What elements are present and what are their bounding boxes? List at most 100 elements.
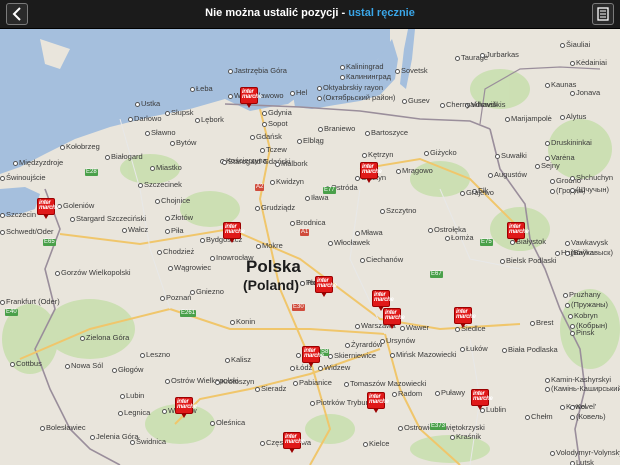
city-label: Gniezno xyxy=(190,288,224,296)
road-shield: E30 xyxy=(292,304,305,311)
city-label: Łuków xyxy=(460,345,488,353)
city-label: Elbląg xyxy=(297,137,324,145)
store-pin-tail xyxy=(460,323,466,328)
title-main: Nie można ustalić pozycji xyxy=(205,7,339,19)
legend-button[interactable] xyxy=(592,3,614,25)
store-pin[interactable]: inter marche xyxy=(471,389,493,411)
city-label: Kaliningrad xyxy=(340,63,384,71)
city-label: Chojnice xyxy=(155,197,190,205)
store-pin-text: inter marche xyxy=(374,292,394,303)
city-label: Legnica xyxy=(118,409,150,417)
city-label: Gdynia xyxy=(262,109,292,117)
city-label: Konin xyxy=(230,318,255,326)
city-label: Kalisz xyxy=(225,356,251,364)
store-pin[interactable]: inter marche xyxy=(37,198,59,220)
city-label: Widzew xyxy=(318,364,350,372)
city-label: Głogów xyxy=(112,366,143,374)
road-shield: E75 xyxy=(480,239,493,246)
city-label: Alytus xyxy=(560,113,586,121)
city-label: Pruzhany xyxy=(563,291,601,299)
road-shield: E67 xyxy=(430,271,443,278)
city-label: Kėdainiai xyxy=(570,59,607,67)
store-pin-text: inter marche xyxy=(369,394,389,405)
city-label: Sovetsk xyxy=(395,67,428,75)
store-pin-tail xyxy=(366,178,372,183)
city-label: Kołobrzeg xyxy=(60,143,100,151)
city-label: (Ковель) xyxy=(570,413,606,421)
city-label: Jastrzębia Góra xyxy=(228,67,287,75)
city-label: Mokre xyxy=(256,242,283,250)
set-location-manually-link[interactable]: ustal ręcznie xyxy=(348,7,415,19)
top-bar: Nie można ustalić pozycji - ustal ręczni… xyxy=(0,0,620,29)
store-pin-tail xyxy=(43,214,49,219)
store-pin-tail xyxy=(246,103,252,108)
city-label: Sieradz xyxy=(255,385,286,393)
store-pin-logo: inter marche xyxy=(283,432,305,449)
city-label: (Камінь-Каширський) xyxy=(545,385,620,393)
city-label: Bolesławiec xyxy=(40,424,86,432)
store-pin[interactable]: inter marche xyxy=(507,222,529,244)
store-pin[interactable]: inter marche xyxy=(175,397,197,419)
road-shield: E40 xyxy=(5,309,18,316)
city-label: Inowrocław xyxy=(210,254,254,262)
city-label: Bytów xyxy=(170,139,196,147)
city-label: Schwedt/Oder xyxy=(0,228,54,236)
city-label: Shchuchyn xyxy=(570,174,613,182)
header-title: Nie można ustalić pozycji - ustal ręczni… xyxy=(0,7,620,19)
store-pin-text: inter marche xyxy=(285,434,305,445)
store-pin-logo: inter marche xyxy=(507,222,529,239)
city-label: Tczew xyxy=(260,146,287,154)
city-label: Grajewo xyxy=(460,189,494,197)
road-shield: E65 xyxy=(43,239,56,246)
city-label: Pabianice xyxy=(293,379,332,387)
store-pin[interactable]: inter marche xyxy=(383,308,405,330)
city-label: Malbork xyxy=(275,160,308,168)
list-icon xyxy=(597,7,609,21)
store-pin-text: inter marche xyxy=(242,89,262,100)
city-label: Kraśnik xyxy=(450,433,481,441)
store-pin[interactable]: inter marche xyxy=(315,276,337,298)
city-label: Szczecinek xyxy=(138,181,182,189)
store-pin[interactable]: inter marche xyxy=(302,346,324,368)
store-pin[interactable]: inter marche xyxy=(223,222,245,244)
store-pin-logo: inter marche xyxy=(471,389,493,406)
store-pin-tail xyxy=(321,292,327,297)
map-view[interactable]: Polska (Poland) Jastrzębia Góra Łeba Włady… xyxy=(0,29,620,465)
city-label: (Шчучын) xyxy=(570,186,609,194)
city-label: Pinsk xyxy=(570,329,594,337)
store-pin-tail xyxy=(289,448,295,453)
city-label: Mrągowo xyxy=(396,167,433,175)
store-pin-tail xyxy=(229,238,235,243)
city-label: Gusev xyxy=(402,97,430,105)
city-label: Piła xyxy=(165,227,184,235)
store-pin-tail xyxy=(308,362,314,367)
store-pin-logo: inter marche xyxy=(223,222,245,239)
city-label: Tomaszów Mazowiecki xyxy=(344,380,426,388)
city-label: Biała Podlaska xyxy=(502,346,558,354)
road-shield: A1 xyxy=(300,229,310,236)
city-label: Kaunas xyxy=(545,81,576,89)
city-label: Szczecin xyxy=(0,211,36,219)
store-pin[interactable]: inter marche xyxy=(283,432,305,454)
store-pin-logo: inter marche xyxy=(37,198,59,215)
city-label: Szczytno xyxy=(380,207,416,215)
city-label: Giżycko xyxy=(424,149,457,157)
city-label: (Пружаны) xyxy=(565,301,608,309)
store-pin[interactable]: inter marche xyxy=(454,307,476,329)
city-label: Cottbus xyxy=(10,360,42,368)
store-pin-text: inter marche xyxy=(225,224,245,235)
city-label: Druskininkai xyxy=(545,139,592,147)
city-label: Wągrowiec xyxy=(168,264,211,272)
city-label: Włocławek xyxy=(328,239,370,247)
store-pin-tail xyxy=(477,405,483,410)
store-pin[interactable]: inter marche xyxy=(360,162,382,184)
store-pin[interactable]: inter marche xyxy=(367,392,389,414)
store-pin-text: inter marche xyxy=(362,164,382,175)
store-pin[interactable]: inter marche xyxy=(240,87,262,109)
city-label: Gdańsk xyxy=(250,133,282,141)
city-label: Suwałki xyxy=(495,152,527,160)
city-label: Wawer xyxy=(400,324,429,332)
store-pin-tail xyxy=(513,238,519,243)
store-pin-logo: inter marche xyxy=(383,308,405,325)
city-label: Leszno xyxy=(140,351,170,359)
